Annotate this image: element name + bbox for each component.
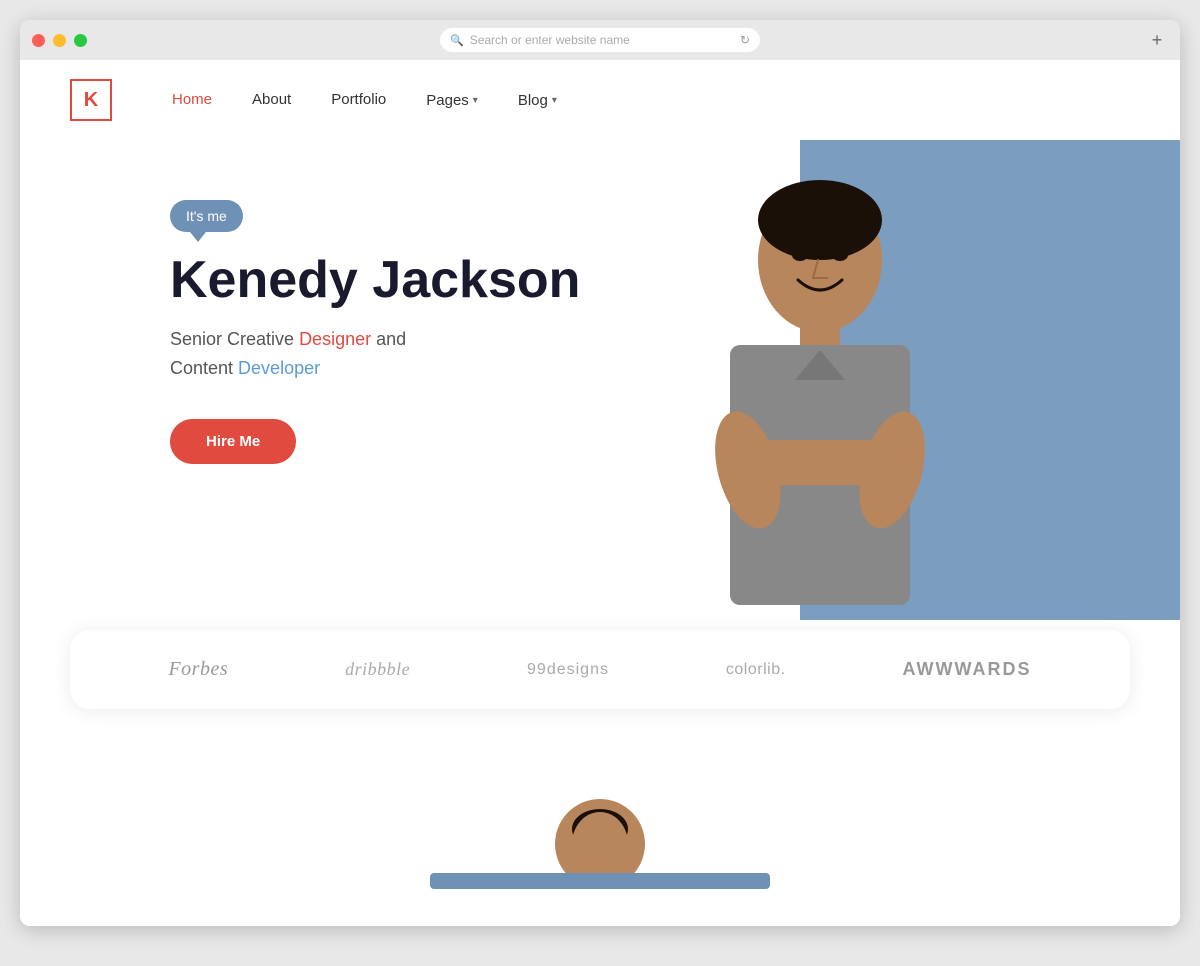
nav-links: Home About Portfolio Pages ▾ Blog xyxy=(172,91,557,109)
person-svg xyxy=(660,160,980,680)
close-button[interactable] xyxy=(32,34,45,47)
navbar: K Home About Portfolio Pages ▾ xyxy=(20,60,1180,140)
chevron-down-icon: ▾ xyxy=(473,95,478,106)
brands-bar: Forbes dribbble 99designs colorlib. AWWW… xyxy=(70,630,1130,709)
nav-link-about[interactable]: About xyxy=(252,91,291,108)
hero-person-image xyxy=(660,160,980,680)
subtitle-text-2: and xyxy=(371,329,406,349)
maximize-button[interactable] xyxy=(74,34,87,47)
nav-item-blog[interactable]: Blog ▾ xyxy=(518,92,557,109)
brand-forbes: Forbes xyxy=(168,658,228,681)
logo-letter: K xyxy=(84,89,98,112)
subtitle-text-3: Content xyxy=(170,358,238,378)
speech-bubble: It's me xyxy=(170,200,243,232)
website-content: K Home About Portfolio Pages ▾ xyxy=(20,60,1180,926)
hero-section: It's me Kenedy Jackson Senior Creative D… xyxy=(20,140,1180,640)
chevron-down-icon-blog: ▾ xyxy=(552,95,557,106)
hire-me-button[interactable]: Hire Me xyxy=(170,419,296,464)
bottom-section-hint xyxy=(20,769,1180,909)
search-icon: 🔍 xyxy=(450,34,464,47)
minimize-button[interactable] xyxy=(53,34,66,47)
brand-dribbble: dribbble xyxy=(345,659,410,680)
nav-link-blog[interactable]: Blog ▾ xyxy=(518,92,557,109)
nav-link-home[interactable]: Home xyxy=(172,91,212,108)
logo-box[interactable]: K xyxy=(70,79,112,121)
developer-text: Developer xyxy=(238,358,320,378)
bottom-blue-bar xyxy=(430,873,770,889)
bubble-text: It's me xyxy=(186,208,227,224)
browser-titlebar: 🔍 Search or enter website name ↻ + xyxy=(20,20,1180,60)
refresh-icon[interactable]: ↻ xyxy=(740,33,750,47)
nav-item-portfolio[interactable]: Portfolio xyxy=(331,91,386,109)
browser-window: 🔍 Search or enter website name ↻ + K Hom… xyxy=(20,20,1180,926)
nav-link-portfolio[interactable]: Portfolio xyxy=(331,91,386,108)
new-tab-button[interactable]: + xyxy=(1146,29,1168,51)
subtitle-text-1: Senior Creative xyxy=(170,329,299,349)
hero-subtitle: Senior Creative Designer and Content Dev… xyxy=(170,325,1130,383)
address-bar[interactable]: 🔍 Search or enter website name ↻ xyxy=(440,28,760,52)
address-bar-text: Search or enter website name xyxy=(470,33,630,47)
nav-link-pages[interactable]: Pages ▾ xyxy=(426,92,478,109)
designer-text: Designer xyxy=(299,329,371,349)
nav-item-about[interactable]: About xyxy=(252,91,291,109)
brand-awwwards: AWWWARDS xyxy=(902,659,1031,680)
brand-99designs: 99designs xyxy=(527,661,609,679)
nav-item-pages[interactable]: Pages ▾ xyxy=(426,92,478,109)
hero-name: Kenedy Jackson xyxy=(170,252,1130,309)
nav-item-home[interactable]: Home xyxy=(172,91,212,109)
brand-colorlib: colorlib. xyxy=(726,661,786,679)
